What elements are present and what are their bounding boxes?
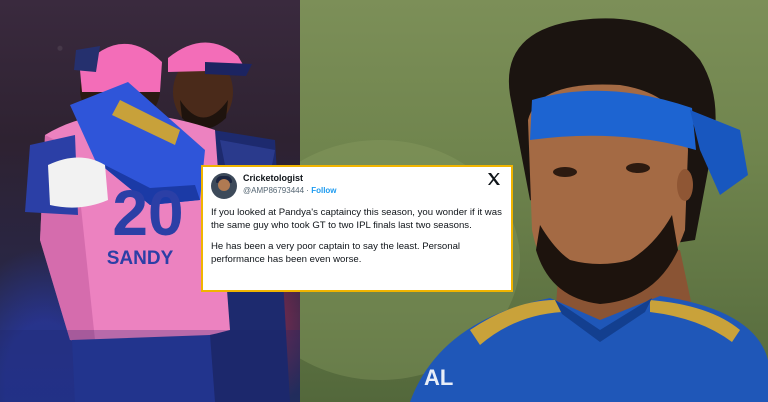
follow-button[interactable]: Follow xyxy=(311,186,336,195)
image-stage: 20 SANDY AL Cricketologist @AMP86793444 … xyxy=(0,0,768,402)
player-right-cap-brim xyxy=(205,62,252,76)
avatar[interactable] xyxy=(211,173,237,199)
tweet-author-handle[interactable]: @AMP86793444 xyxy=(243,186,304,195)
tweet-handle-row: @AMP86793444 · Follow xyxy=(243,186,337,195)
tweet-paragraph-2: He has been a very poor captain to say t… xyxy=(211,241,461,265)
jersey-number: 20 xyxy=(112,177,183,249)
left-photo-vignette xyxy=(0,330,300,402)
tweet-author-name[interactable]: Cricketologist xyxy=(243,173,303,183)
tweet-separator: · xyxy=(306,186,309,195)
jersey-text: AL xyxy=(424,365,453,390)
jersey-name: SANDY xyxy=(107,248,174,269)
tweet-body: If you looked at Pandya's captaincy this… xyxy=(211,207,505,275)
player-left-helmet-brim xyxy=(74,46,100,72)
avatar-face xyxy=(218,179,230,191)
player-eye-right xyxy=(626,163,650,173)
x-logo-icon[interactable] xyxy=(486,171,502,187)
tweet-paragraph-1: If you looked at Pandya's captaincy this… xyxy=(211,207,502,231)
player-eye-left xyxy=(553,167,577,177)
batting-glove xyxy=(48,157,108,208)
tweet-card: Cricketologist @AMP86793444 · Follow If … xyxy=(201,165,513,292)
player-ear xyxy=(677,169,693,201)
